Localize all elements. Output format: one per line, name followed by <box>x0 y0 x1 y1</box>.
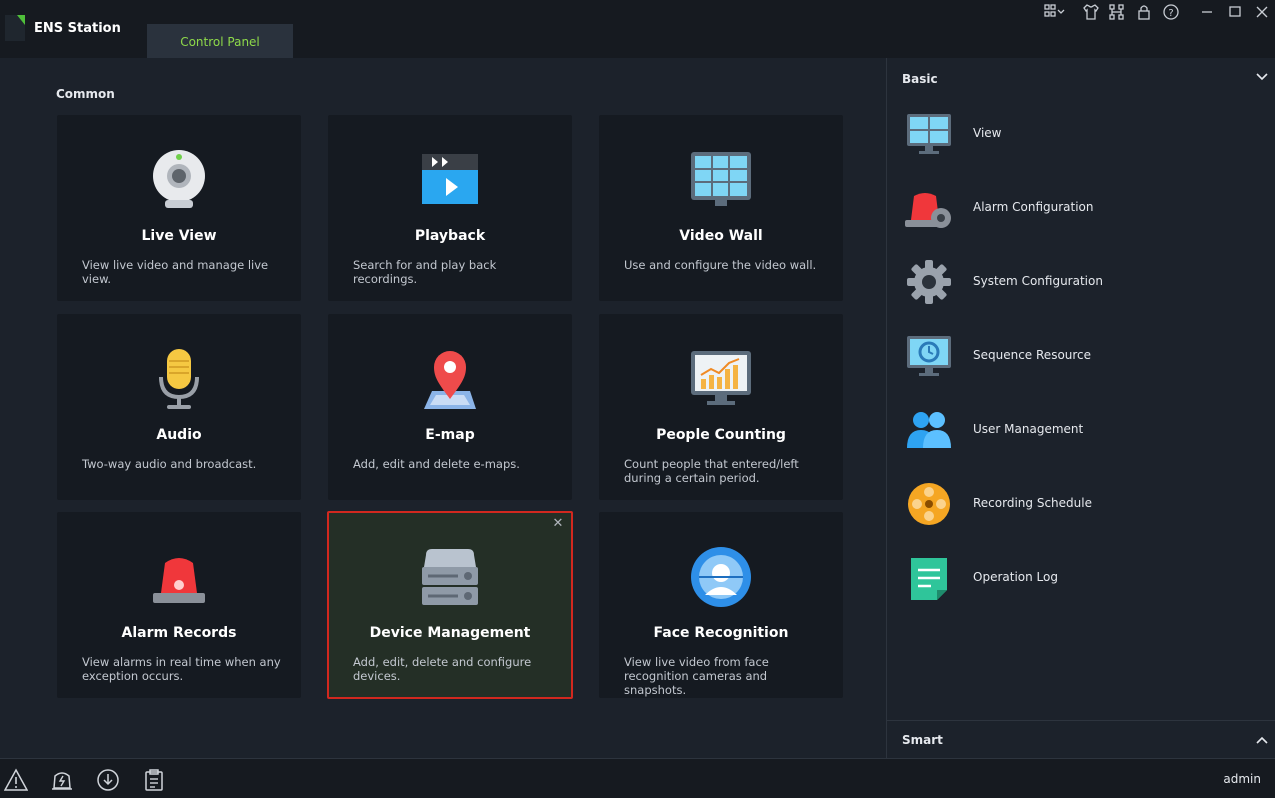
basic-item-alarm-configuration[interactable]: Alarm Configuration <box>901 178 1261 238</box>
basic-item-label: System Configuration <box>973 274 1103 288</box>
section-smart[interactable]: Smart <box>887 720 1275 758</box>
alarm-bell-icon[interactable] <box>50 768 74 792</box>
card-playback[interactable]: Playback Search for and play back record… <box>328 115 572 301</box>
card-alarm-records[interactable]: Alarm Records View alarms in real time w… <box>57 512 301 698</box>
basic-item-system-configuration[interactable]: System Configuration <box>901 252 1261 312</box>
basic-item-label: View <box>973 126 1002 140</box>
log-document-icon <box>911 558 947 600</box>
card-people-counting[interactable]: People Counting Count people that entere… <box>599 314 843 500</box>
card-description: Use and configure the video wall. <box>624 258 817 272</box>
basic-item-label: Operation Log <box>973 570 1058 584</box>
card-description: View live video and manage live view. <box>82 258 269 286</box>
network-icon[interactable] <box>1106 2 1128 22</box>
skin-shirt-icon[interactable] <box>1080 2 1102 22</box>
card-description: Search for and play back recordings. <box>353 258 497 286</box>
clipboard-icon[interactable] <box>142 768 166 792</box>
basic-item-label: User Management <box>973 422 1084 436</box>
section-basic: Basic <box>902 72 938 86</box>
card-description: View alarms in real time when any except… <box>82 655 281 683</box>
chart-monitor-icon <box>691 351 751 405</box>
card-live-view[interactable]: Live View View live video and manage liv… <box>57 115 301 301</box>
basic-item-label: Sequence Resource <box>973 348 1092 362</box>
alarm-light-icon <box>153 558 205 603</box>
card-description: Add, edit, delete and configure devices. <box>353 655 532 683</box>
monitor-view-icon <box>907 114 951 154</box>
current-user[interactable]: admin <box>1223 772 1261 786</box>
card-title: Alarm Records <box>121 625 237 641</box>
control-panel-main: Common Live View View live video and man… <box>0 58 886 758</box>
film-reel-icon <box>908 483 950 525</box>
app-logo-icon <box>5 15 25 41</box>
status-bar: admin <box>0 758 1275 798</box>
card-description: Two-way audio and broadcast. <box>82 457 257 471</box>
section-smart-label: Smart <box>902 733 943 747</box>
minimize-icon[interactable] <box>1196 2 1218 22</box>
close-icon[interactable] <box>1251 2 1273 22</box>
lock-icon[interactable] <box>1133 2 1155 22</box>
card-title: E-map <box>425 427 475 443</box>
chevron-down-icon[interactable] <box>1255 70 1269 84</box>
basic-item-label: Recording Schedule <box>973 496 1092 510</box>
app-title: ENS Station <box>34 21 121 36</box>
card-title: Live View <box>141 228 217 244</box>
map-pin-icon <box>424 351 476 409</box>
server-icon <box>422 549 478 605</box>
basic-item-operation-log[interactable]: Operation Log <box>901 548 1261 608</box>
layout-grid-icon[interactable] <box>1044 2 1066 22</box>
microphone-icon <box>159 349 199 409</box>
basic-item-sequence-resource[interactable]: Sequence Resource <box>901 326 1261 386</box>
card-title: Face Recognition <box>653 625 789 641</box>
help-icon[interactable]: ? <box>1160 2 1182 22</box>
card-title: Device Management <box>369 625 531 641</box>
card-description: Add, edit and delete e-maps. <box>353 457 520 471</box>
download-icon[interactable] <box>96 768 120 792</box>
basic-item-recording-schedule[interactable]: Recording Schedule <box>901 474 1261 534</box>
section-title-common: Common <box>56 87 115 101</box>
gear-icon <box>907 260 951 304</box>
title-bar: ENS Station Control Panel ? <box>0 0 1275 58</box>
card-device-management[interactable]: ✕ Device Management Add, edit, delete an… <box>327 511 573 699</box>
tab-control-panel[interactable]: Control Panel <box>147 24 293 58</box>
basic-item-view[interactable]: View <box>901 104 1261 164</box>
clapperboard-icon <box>422 154 478 204</box>
svg-text:?: ? <box>1168 8 1173 19</box>
card-title: Video Wall <box>679 228 763 244</box>
warning-icon[interactable] <box>4 768 28 792</box>
users-icon <box>907 412 951 448</box>
basic-item-user-management[interactable]: User Management <box>901 400 1261 460</box>
card-description: View live video from face recognition ca… <box>624 655 769 697</box>
alarm-config-icon <box>905 193 951 228</box>
card-title: Playback <box>414 228 486 244</box>
card-face-recognition[interactable]: Face Recognition View live video from fa… <box>599 512 843 698</box>
card-e-map[interactable]: E-map Add, edit and delete e-maps. <box>328 314 572 500</box>
face-recognition-icon <box>691 547 751 607</box>
webcam-icon <box>153 150 205 208</box>
card-title: People Counting <box>656 427 786 443</box>
sequence-monitor-icon <box>907 336 951 376</box>
video-wall-icon <box>691 152 751 206</box>
card-description: Count people that entered/left during a … <box>624 457 799 485</box>
card-audio[interactable]: Audio Two-way audio and broadcast. <box>57 314 301 500</box>
basic-item-label: Alarm Configuration <box>973 200 1094 214</box>
right-panel: Basic View Alarm Configuration System Co… <box>886 58 1275 758</box>
card-title: Audio <box>156 427 202 443</box>
chevron-up-icon[interactable] <box>1255 733 1269 747</box>
maximize-icon[interactable] <box>1224 2 1246 22</box>
card-video-wall[interactable]: Video Wall Use and configure the video w… <box>599 115 843 301</box>
close-icon[interactable]: ✕ <box>550 516 566 532</box>
